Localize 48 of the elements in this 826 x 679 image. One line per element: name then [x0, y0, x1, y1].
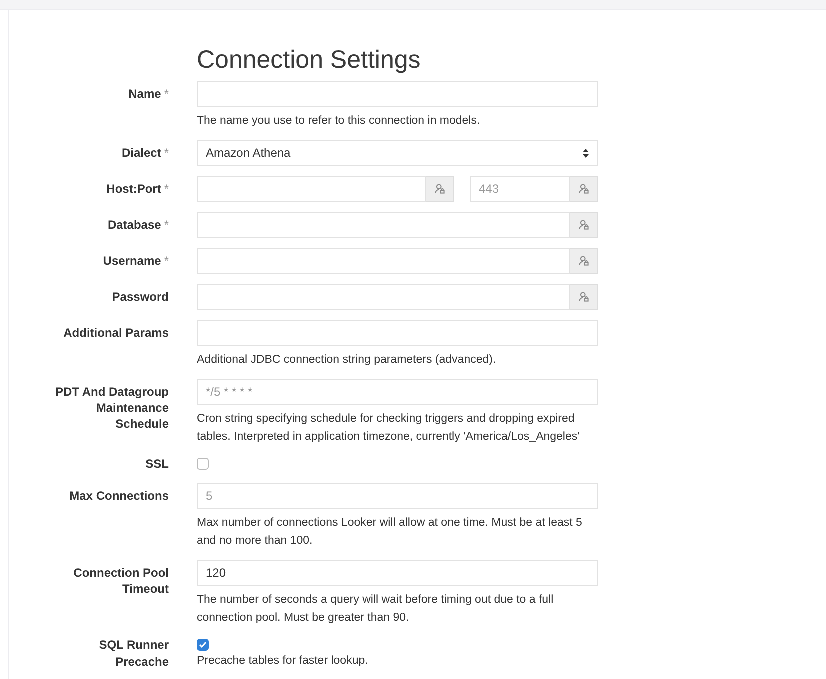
- help-text: Precache tables for faster lookup.: [197, 654, 370, 669]
- input-field[interactable]: [197, 284, 570, 310]
- input-field[interactable]: [197, 212, 570, 238]
- input-field[interactable]: 443: [470, 176, 570, 202]
- required-mark: *: [164, 218, 169, 232]
- input-field[interactable]: 5: [197, 483, 598, 509]
- user-lock-icon: [578, 291, 590, 303]
- lock-button[interactable]: [570, 248, 598, 274]
- field-label: Additional Params: [64, 326, 169, 340]
- input-field[interactable]: [197, 176, 426, 202]
- user-lock-icon: [578, 219, 590, 231]
- field-label: SQL Runner Precache: [99, 638, 169, 669]
- help-text: The number of seconds a query will wait before timing out due to a full connection pool. Must be greater than 90.: [197, 593, 555, 626]
- field-label: Max Connections: [70, 489, 169, 503]
- field-label: SSL: [146, 457, 169, 471]
- required-mark: *: [164, 182, 169, 196]
- required-mark: *: [164, 146, 169, 160]
- page-title: Connection Settings: [197, 45, 421, 76]
- help-text: Cron string specifying schedule for checking triggers and dropping expired tables. Interpreted in application timezone, currently 'America/Los_Angeles': [197, 412, 581, 445]
- required-mark: *: [164, 87, 169, 101]
- field-label: PDT And Datagroup Maintenance Schedule: [55, 385, 169, 431]
- help-text: The name you use to refer to this connection in models.: [197, 114, 482, 129]
- input-field[interactable]: 120: [197, 560, 598, 586]
- checkbox[interactable]: [197, 458, 209, 470]
- field-label: Database: [108, 218, 162, 232]
- sort-caret-icon: [583, 148, 589, 158]
- help-text: Max number of connections Looker will allow at one time. Must be at least 5 and no more than 100.: [197, 516, 584, 549]
- user-lock-icon: [578, 183, 590, 195]
- checkbox[interactable]: [197, 639, 209, 651]
- lock-button[interactable]: [570, 284, 598, 310]
- input-field[interactable]: [197, 248, 570, 274]
- input-field[interactable]: [197, 81, 598, 107]
- field-label: Name: [128, 87, 162, 101]
- field-label: Username: [103, 254, 162, 268]
- help-text: Additional JDBC connection string parameters (advanced).: [197, 353, 498, 368]
- lock-button[interactable]: [426, 176, 454, 202]
- input-field[interactable]: [197, 320, 598, 346]
- lock-button[interactable]: [570, 176, 598, 202]
- dialect-select[interactable]: Amazon Athena: [197, 140, 598, 166]
- field-label: Host:Port: [106, 182, 162, 196]
- field-label: Dialect: [122, 146, 162, 160]
- user-lock-icon: [578, 255, 590, 267]
- input-field[interactable]: */5 * * * *: [197, 379, 598, 405]
- lock-button[interactable]: [570, 212, 598, 238]
- field-label: Connection Pool Timeout: [74, 566, 169, 596]
- required-mark: *: [164, 254, 169, 268]
- field-label: Password: [112, 290, 169, 304]
- user-lock-icon: [434, 183, 446, 195]
